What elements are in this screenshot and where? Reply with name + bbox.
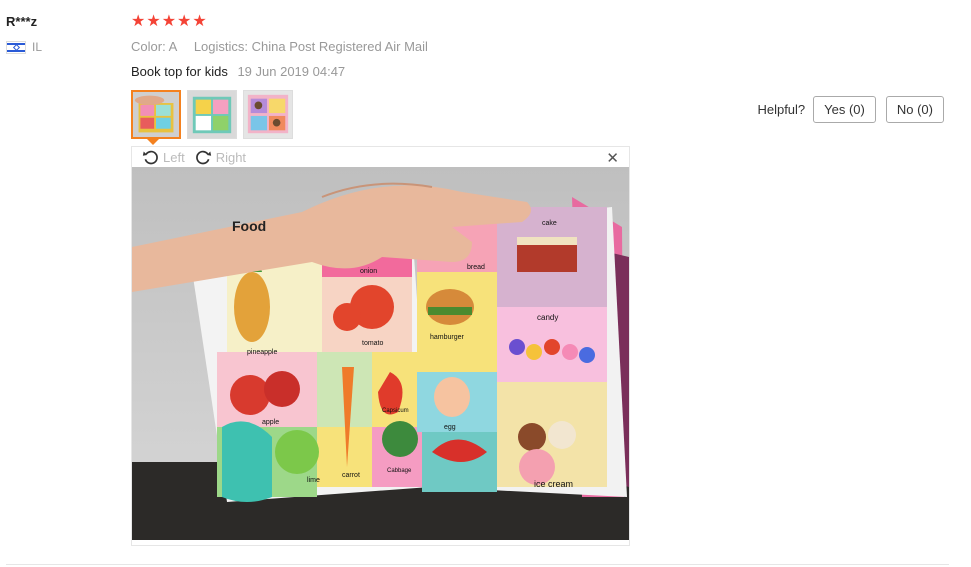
label-candy: candy — [537, 313, 558, 322]
label-capsicum: Capsicum — [382, 408, 409, 414]
photo-viewer: Left Right ✕ Food onion pineapple tomato… — [131, 146, 630, 546]
israel-flag-icon — [6, 40, 26, 54]
viewer-footer — [132, 540, 629, 545]
rotate-left-label: Left — [163, 149, 185, 165]
thumbnail-image — [188, 91, 236, 138]
label-cabbage: Cabbage — [387, 468, 412, 474]
review-divider — [6, 564, 949, 565]
label-cake: cake — [542, 220, 557, 227]
helpful-vote: Helpful? Yes (0) No (0) — [757, 96, 944, 123]
reviewer-country: IL — [6, 40, 42, 54]
close-viewer-icon[interactable]: ✕ — [606, 149, 619, 167]
logistics-label: Logistics: — [193, 39, 249, 54]
rotate-right-button[interactable]: Right — [195, 149, 246, 166]
star-icon: ★ — [177, 13, 192, 30]
helpful-yes-button[interactable]: Yes (0) — [813, 96, 876, 123]
logistics-value: China Post Registered Air Mail — [251, 39, 428, 54]
star-icon: ★ — [131, 13, 146, 30]
label-pineapple: pineapple — [247, 349, 277, 356]
star-icon: ★ — [161, 13, 177, 30]
label-food: Food — [232, 218, 266, 234]
review-text: Book top for kids — [131, 64, 228, 79]
photo-thumbnail-1[interactable] — [131, 90, 181, 139]
active-thumbnail-pointer — [147, 139, 159, 145]
label-bread: bread — [467, 264, 485, 271]
rotate-left-icon — [142, 150, 158, 164]
review-photo-large: Food onion pineapple tomato apple Capsic… — [132, 167, 629, 542]
label-apple: apple — [262, 419, 279, 426]
rotate-right-label: Right — [215, 149, 247, 165]
label-carrot: carrot — [342, 472, 360, 479]
label-ice-cream: ice cream — [534, 479, 573, 489]
viewer-toolbar: Left Right — [132, 147, 629, 167]
photo-thumbnail-2[interactable] — [187, 90, 237, 139]
review-body: Book top for kids 19 Jun 2019 04:47 — [131, 64, 345, 79]
order-meta: Color: A Logistics: China Post Registere… — [131, 39, 428, 54]
star-icon: ★ — [192, 13, 207, 30]
thumbnail-image — [133, 92, 179, 137]
photo-thumbnail-3[interactable] — [243, 90, 293, 139]
label-onion: onion — [360, 268, 377, 275]
rotate-left-button[interactable]: Left — [142, 149, 185, 166]
helpful-label: Helpful? — [757, 102, 806, 117]
star-rating: ★ ★ ★ ★ ★ — [131, 14, 207, 30]
label-tomato: tomato — [362, 340, 384, 347]
color-label: Color: — [131, 39, 166, 54]
label-lime: lime — [307, 477, 320, 484]
country-code: IL — [32, 40, 43, 54]
review-date: 19 Jun 2019 04:47 — [237, 64, 346, 79]
label-egg: egg — [444, 424, 456, 431]
review-photo-thumbnails — [131, 90, 293, 139]
rotate-right-icon — [195, 150, 211, 164]
reviewer-name: R***z — [6, 14, 38, 29]
star-icon: ★ — [146, 13, 161, 30]
color-value: A — [168, 39, 177, 54]
thumbnail-image — [244, 91, 292, 138]
helpful-no-button[interactable]: No (0) — [885, 96, 944, 123]
label-hamburger: hamburger — [430, 334, 465, 341]
cloth-book-photo: Food onion pineapple tomato apple Capsic… — [132, 167, 629, 542]
